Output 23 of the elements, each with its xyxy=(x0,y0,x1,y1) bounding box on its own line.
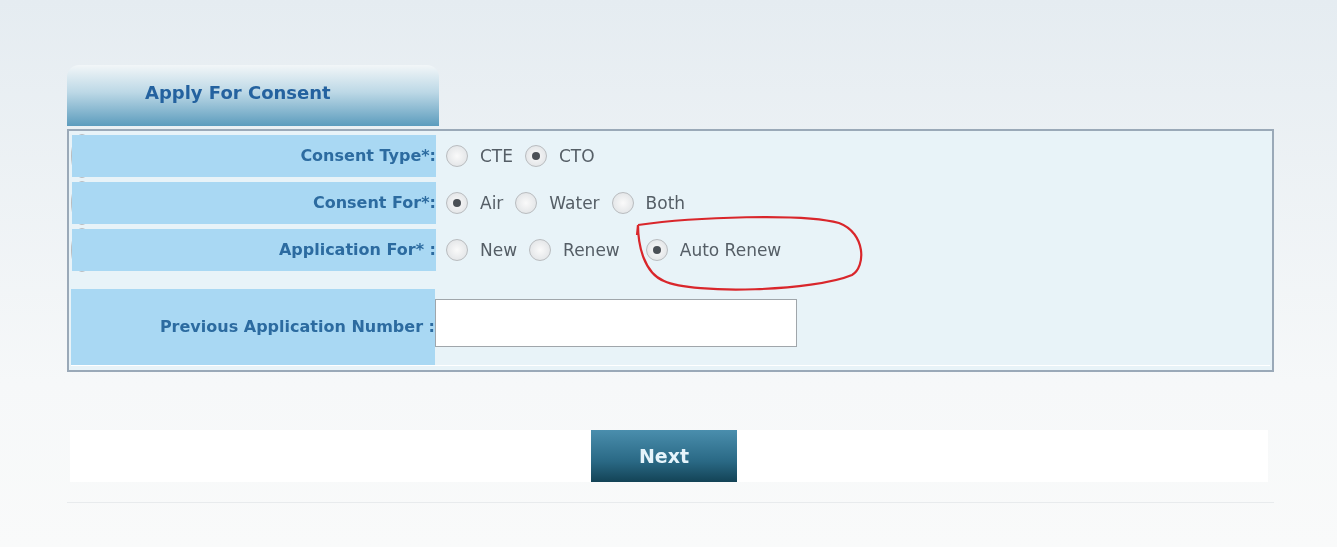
option-label: New xyxy=(480,240,518,260)
option-label: Both xyxy=(645,193,686,213)
option-label: CTE xyxy=(480,146,513,166)
radio-button[interactable] xyxy=(611,192,634,214)
field-label: Previous Application Number : xyxy=(71,289,435,365)
radio-button[interactable] xyxy=(515,192,538,214)
radio-button[interactable] xyxy=(645,239,668,261)
input-field[interactable] xyxy=(435,299,797,347)
radio-button[interactable] xyxy=(529,239,552,261)
field-label: Application For* : xyxy=(72,229,436,271)
option-label: Water xyxy=(549,193,600,213)
radio-button[interactable] xyxy=(525,145,547,167)
option-label: Renew xyxy=(563,240,620,260)
option-label: CTO xyxy=(559,146,595,166)
option-label: Air xyxy=(480,193,504,213)
field-label: Consent For*: xyxy=(72,182,436,224)
option-label: Auto Renew xyxy=(679,240,782,260)
field-label: Consent Type*: xyxy=(72,135,436,177)
next-button[interactable]: Next xyxy=(591,430,737,482)
radio-button[interactable] xyxy=(446,192,468,214)
form-tab[interactable]: Apply For Consent xyxy=(67,65,439,126)
radio-button[interactable] xyxy=(446,145,468,167)
radio-button[interactable] xyxy=(446,239,468,261)
